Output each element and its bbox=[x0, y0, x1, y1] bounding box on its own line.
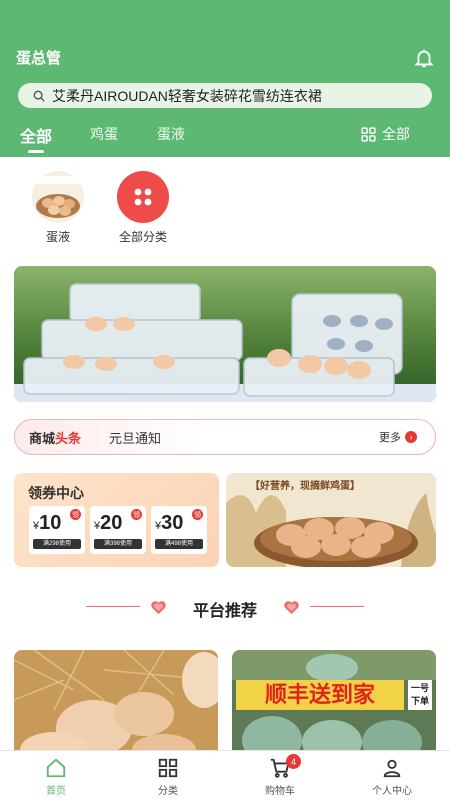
coupon-card[interactable]: ¥20 领 满398使用 bbox=[90, 506, 146, 554]
notice-text[interactable]: 元旦通知 bbox=[109, 428, 161, 447]
coupon-condition: 满498使用 bbox=[155, 539, 203, 549]
header: 蛋总管 艾柔丹AIROUDAN轻奢女装碎花雪纺连衣裙 全部 鸡蛋 蛋液 全部 bbox=[0, 0, 450, 157]
coupon-condition: 满398使用 bbox=[94, 539, 142, 549]
grid-icon bbox=[117, 171, 169, 223]
promo-text: 【好营养，现摘鲜鸡蛋】 bbox=[250, 481, 360, 492]
coupon-amount: ¥10 bbox=[33, 512, 62, 534]
category-label: 全部分类 bbox=[118, 230, 167, 244]
user-icon bbox=[383, 759, 401, 778]
coupon-title: 领券中心 bbox=[28, 485, 84, 501]
product-side-text: 一号下单 bbox=[408, 680, 432, 710]
tab-label: 首页 bbox=[46, 786, 66, 797]
tab-home[interactable]: 首页 bbox=[16, 757, 96, 797]
product-card[interactable]: 顺丰送到家 一号下单 bbox=[232, 650, 436, 750]
search-text: 艾柔丹AIROUDAN轻奢女装碎花雪纺连衣裙 bbox=[52, 87, 322, 104]
coupon-tag: 领 bbox=[192, 509, 203, 520]
egg-liquid-image bbox=[32, 171, 84, 223]
chevron-right-icon: › bbox=[405, 431, 417, 443]
divider bbox=[310, 606, 364, 607]
category-all[interactable]: 全部分类 bbox=[108, 171, 178, 245]
cart-badge: 4 bbox=[286, 754, 301, 769]
coupon-card[interactable]: ¥10 领 满298使用 bbox=[29, 506, 85, 554]
tab-cart[interactable]: 4 购物车 bbox=[240, 754, 320, 797]
all-categories-button[interactable]: 全部 bbox=[360, 124, 410, 144]
bottom-tab-bar: 首页 分类 4 购物车 个人中心 bbox=[0, 750, 450, 800]
news-brand: 商城头条 bbox=[29, 430, 82, 446]
tab-profile[interactable]: 个人中心 bbox=[352, 757, 432, 797]
fresh-eggs-promo[interactable]: 【好营养，现摘鲜鸡蛋】 bbox=[226, 473, 436, 567]
search-bar[interactable]: 艾柔丹AIROUDAN轻奢女装碎花雪纺连衣裙 bbox=[18, 83, 432, 108]
grid-icon bbox=[361, 126, 376, 142]
bell-icon[interactable] bbox=[413, 47, 435, 69]
product-card[interactable] bbox=[14, 650, 218, 750]
tab-all[interactable]: 全部 bbox=[20, 123, 52, 153]
news-notice-bar[interactable]: 商城头条 元旦通知 更多 › bbox=[14, 419, 436, 455]
all-categories-label: 全部 bbox=[382, 126, 410, 142]
coupon-card[interactable]: ¥30 领 满498使用 bbox=[151, 506, 207, 554]
hero-banner[interactable] bbox=[14, 266, 436, 402]
recommend-section-header: 平台推荐 bbox=[0, 587, 450, 627]
tab-label: 购物车 bbox=[265, 786, 295, 797]
tab-label: 个人中心 bbox=[372, 786, 412, 797]
home-icon bbox=[46, 758, 66, 778]
category-egg-liquid[interactable]: 蛋液 bbox=[23, 171, 93, 245]
category-label: 蛋液 bbox=[45, 230, 70, 244]
category-icon bbox=[158, 758, 178, 778]
heart-icon bbox=[284, 601, 299, 615]
tab-egg-liquid[interactable]: 蛋液 bbox=[157, 124, 185, 144]
category-tabs: 全部 鸡蛋 蛋液 全部 bbox=[0, 120, 450, 153]
coupon-center[interactable]: 领券中心 ¥10 领 满298使用 ¥20 领 满398使用 ¥30 领 满49… bbox=[14, 473, 219, 567]
search-icon bbox=[33, 90, 45, 102]
coupon-amount: ¥20 bbox=[94, 512, 123, 534]
main-content: 蛋液 全部分类 商城头条 元旦通知 更多 › 领券中心 ¥10 领 满298使用… bbox=[0, 157, 450, 750]
coupon-amount: ¥30 bbox=[155, 512, 184, 534]
coupon-tag: 领 bbox=[131, 509, 142, 520]
recommend-title: 平台推荐 bbox=[192, 603, 257, 620]
product-overlay-text: 顺丰送到家 bbox=[236, 680, 404, 710]
coupon-tag: 领 bbox=[70, 509, 81, 520]
coupon-condition: 满298使用 bbox=[33, 539, 81, 549]
tab-eggs[interactable]: 鸡蛋 bbox=[90, 124, 118, 144]
tab-label: 分类 bbox=[158, 786, 178, 797]
more-link[interactable]: 更多 › bbox=[379, 429, 417, 445]
tab-category[interactable]: 分类 bbox=[128, 757, 208, 797]
app-title: 蛋总管 bbox=[16, 50, 62, 67]
